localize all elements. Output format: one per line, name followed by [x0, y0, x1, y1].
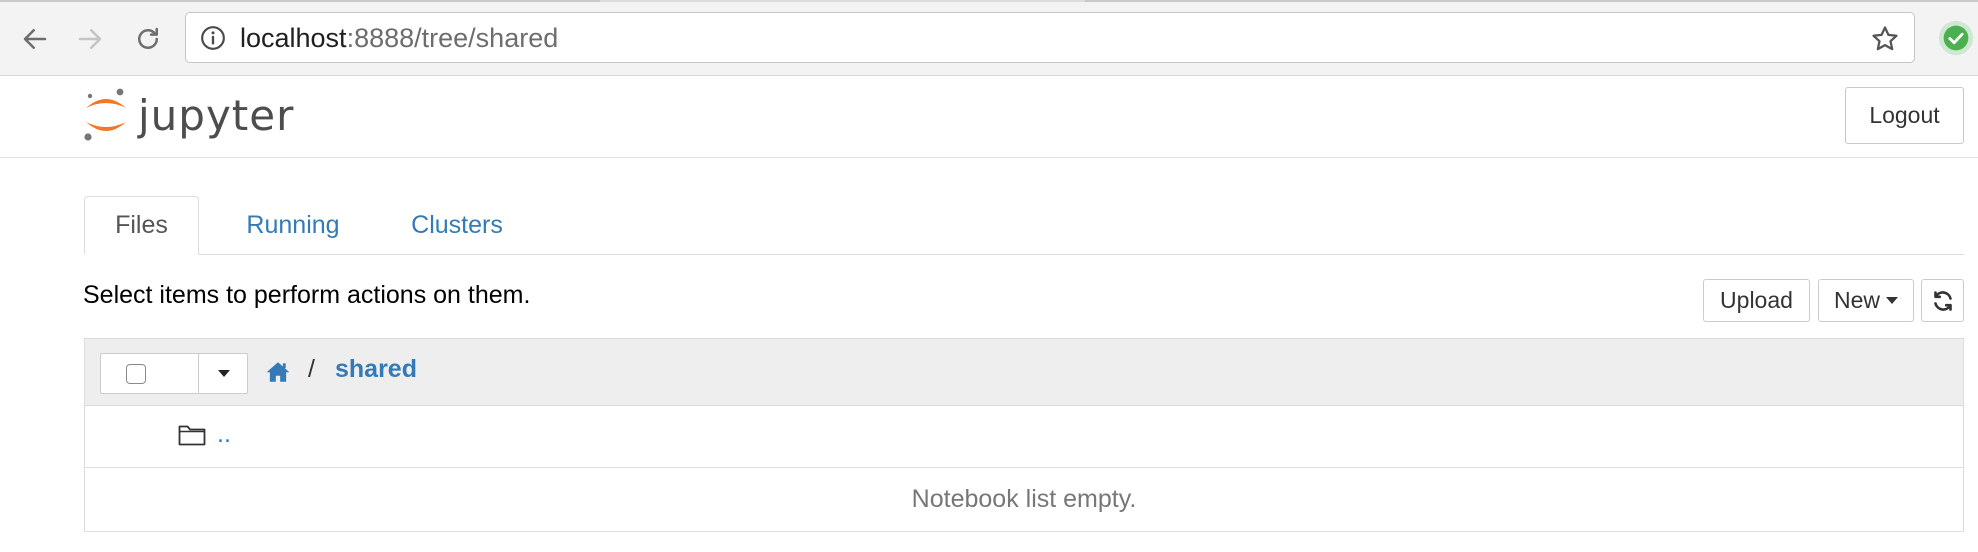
breadcrumb-current[interactable]: shared [335, 355, 417, 384]
forward-arrow-icon [78, 29, 102, 49]
upload-button[interactable]: Upload [1703, 279, 1810, 322]
url-path: :8888/tree/shared [346, 23, 559, 53]
tab-clusters[interactable]: Clusters [382, 196, 532, 254]
reload-icon [138, 27, 158, 49]
logo-wordmark: jupyter [138, 91, 295, 140]
list-header: / shared [85, 339, 1963, 406]
jupyter-logo[interactable]: jupyter [82, 86, 294, 146]
select-all-checkbox[interactable] [126, 364, 146, 384]
new-button-label: New [1833, 287, 1880, 313]
caret-down-icon [1886, 297, 1898, 304]
breadcrumb-separator: / [308, 355, 315, 383]
forward-button[interactable] [71, 20, 109, 58]
info-icon[interactable] [200, 25, 226, 51]
select-dropdown-toggle[interactable] [199, 354, 248, 393]
extension-check-icon[interactable] [1937, 19, 1975, 57]
new-dropdown-button[interactable]: New [1818, 279, 1914, 322]
file-list: / shared .. Notebook list empty. [84, 338, 1964, 532]
back-arrow-icon [23, 29, 47, 49]
tab-files[interactable]: Files [84, 196, 199, 255]
logout-button[interactable]: Logout [1845, 87, 1964, 144]
tab-strip-edge [0, 0, 1978, 2]
browser-toolbar: localhost:8888/tree/shared [0, 0, 1978, 76]
folder-icon [178, 425, 206, 446]
refresh-button[interactable] [1921, 279, 1964, 322]
list-item[interactable]: .. [85, 406, 1963, 468]
selection-hint: Select items to perform actions on them. [83, 281, 531, 309]
select-all-control [100, 353, 248, 394]
home-icon[interactable] [265, 359, 291, 385]
caret-down-icon [217, 370, 230, 377]
back-button[interactable] [16, 20, 54, 58]
tab-running[interactable]: Running [218, 196, 368, 254]
reload-button[interactable] [129, 20, 167, 58]
url-host: localhost [240, 23, 347, 53]
address-bar[interactable]: localhost:8888/tree/shared [185, 12, 1915, 63]
jupyter-header: jupyter Logout [0, 76, 1978, 158]
refresh-icon [1933, 290, 1952, 311]
tab-bar: Files Running Clusters [84, 196, 1964, 255]
parent-directory-link[interactable]: .. [217, 420, 231, 449]
empty-list-message: Notebook list empty. [911, 485, 1137, 513]
jupyter-logo-icon [84, 88, 126, 141]
url-text[interactable]: localhost:8888/tree/shared [240, 23, 558, 53]
star-icon[interactable] [1870, 24, 1900, 54]
